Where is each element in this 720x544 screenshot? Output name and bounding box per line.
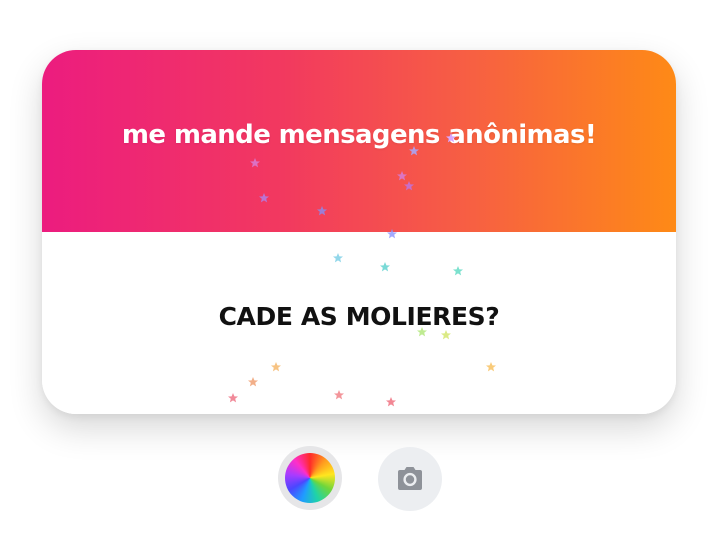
color-wheel-icon — [285, 453, 335, 503]
screen: me mande mensagens anônimas! CADE AS MOL… — [0, 0, 720, 544]
message-card: me mande mensagens anônimas! CADE AS MOL… — [42, 50, 676, 414]
camera-button[interactable] — [378, 447, 442, 511]
message-text: CADE AS MOLIERES? — [218, 301, 500, 331]
camera-icon — [398, 467, 422, 490]
card-body: CADE AS MOLIERES? — [42, 232, 676, 414]
bottom-controls — [0, 446, 720, 512]
card-header: me mande mensagens anônimas! — [42, 50, 676, 232]
card-title: me mande mensagens anônimas! — [121, 120, 597, 150]
color-picker-button[interactable] — [278, 446, 342, 510]
